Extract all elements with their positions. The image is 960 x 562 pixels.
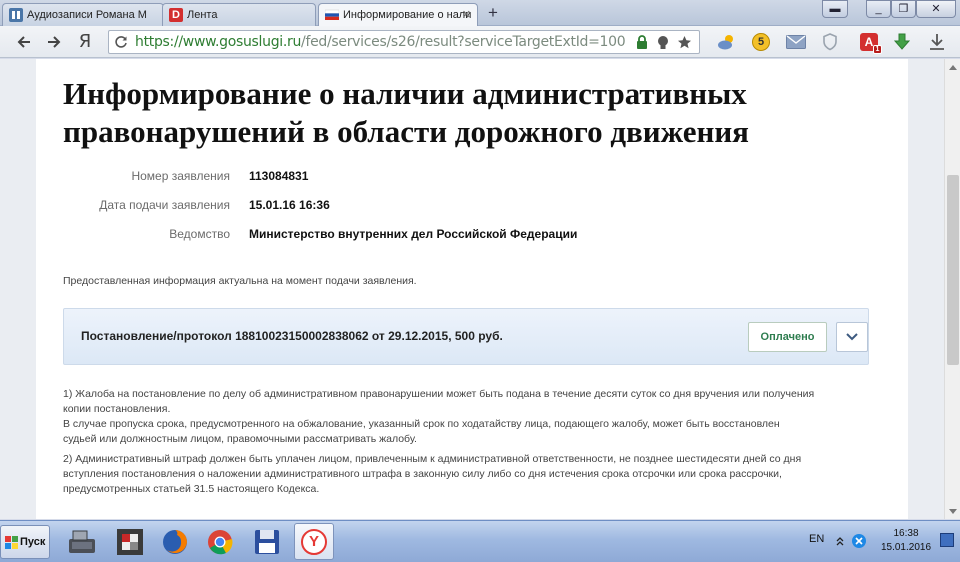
detail-label-date: Дата подачи заявления (99, 198, 230, 212)
scroll-down-icon[interactable] (945, 503, 960, 519)
tab-label: Информирование о нали (343, 9, 472, 21)
start-button[interactable]: Пуск (0, 525, 50, 559)
clock-time: 16:38 (893, 528, 919, 539)
restore-icon[interactable]: ❐ (891, 0, 916, 18)
weather-icon[interactable] (716, 31, 738, 53)
detail-value-agency: Министерство внутренних дел Российской Ф… (249, 227, 578, 241)
shield-icon[interactable] (819, 31, 841, 53)
browser-toolbar: Я https://www.gosuslugi.ru/fed/services/… (0, 26, 960, 58)
tab-close-icon[interactable]: ✕ (462, 4, 471, 26)
back-icon[interactable] (13, 31, 35, 53)
tray-expand-chevron-icon[interactable] (836, 533, 844, 551)
tab-label: Лента (187, 9, 218, 21)
footnote-1: 1) Жалоба на постановление по делу об ад… (63, 388, 815, 445)
page-scrollbar[interactable] (944, 59, 960, 519)
tray-network-icon[interactable] (851, 533, 867, 554)
bookmark-star-icon[interactable] (673, 31, 695, 53)
show-desktop-icon[interactable] (940, 533, 954, 547)
close-window-icon[interactable]: ✕ (916, 0, 956, 18)
mail-icon[interactable] (785, 31, 807, 53)
tab-label: Аудиозаписи Романа М (27, 9, 147, 21)
chevron-down-icon (846, 333, 858, 341)
taskbar-cash-register-icon[interactable] (62, 523, 102, 560)
windows-flag-icon (5, 536, 18, 549)
page-viewport: Информирование о наличии административны… (0, 59, 944, 519)
taskbar-yandex-browser-icon[interactable]: Y (294, 523, 334, 560)
lock-icon[interactable] (631, 31, 653, 53)
footnote-2: 2) Административный штраф должен быть уп… (63, 453, 802, 495)
save-from-net-icon[interactable] (891, 31, 913, 53)
tabs-menu-icon[interactable]: ▬ (822, 0, 848, 18)
taskbar-firefox-icon[interactable] (155, 523, 195, 560)
page-title: Информирование о наличии административны… (63, 76, 749, 149)
tab-strip: Аудиозаписи Романа М D Лента Информирова… (0, 0, 960, 26)
fine-card-text: Постановление/протокол 18810023150002838… (81, 329, 503, 343)
tray-clock[interactable]: 16:38 15.01.2016 (878, 527, 934, 555)
reload-icon[interactable] (111, 31, 131, 53)
clock-date: 15.01.2016 (880, 542, 932, 553)
windows-taskbar: Пуск Y EN 16:38 15.01.2016 (0, 520, 960, 562)
downloads-icon[interactable] (926, 31, 948, 53)
content-panel: Информирование о наличии административны… (36, 59, 908, 519)
russia-flag-icon (324, 8, 340, 22)
expand-toggle-button[interactable] (836, 322, 868, 352)
url-path: /fed/services/s26/result?serviceTargetEx… (301, 34, 626, 50)
tab-audio[interactable]: Аудиозаписи Романа М (2, 3, 164, 26)
scroll-thumb[interactable] (947, 175, 959, 365)
tab-lenta[interactable]: D Лента (162, 3, 316, 26)
adblock-icon[interactable]: A 1 (858, 31, 882, 54)
scroll-up-icon[interactable] (945, 59, 960, 75)
actuality-note: Предоставленная информация актуальна на … (63, 275, 417, 287)
language-indicator[interactable]: EN (809, 533, 824, 545)
address-bar[interactable]: https://www.gosuslugi.ru/fed/services/s2… (108, 30, 700, 54)
yandex-logo-icon[interactable]: Я (74, 31, 96, 53)
tab-gosuslugi[interactable]: Информирование о нали ✕ (318, 3, 478, 26)
taskbar-app-icon[interactable] (110, 523, 150, 560)
protect-bulb-icon[interactable] (652, 31, 674, 53)
url-host: www.gosuslugi.ru (182, 34, 302, 50)
detail-label-number: Номер заявления (131, 169, 230, 183)
taskbar-save-icon[interactable] (247, 523, 287, 560)
forward-icon[interactable] (43, 31, 65, 53)
detail-label-agency: Ведомство (169, 227, 230, 241)
paid-status-button[interactable]: Оплачено (748, 322, 827, 352)
badge-5-icon[interactable]: 5 (750, 31, 772, 53)
minimize-icon[interactable]: _ (866, 0, 891, 18)
detail-value-number: 113084831 (249, 169, 309, 183)
url-scheme: https:// (135, 34, 183, 50)
vk-favicon-icon (9, 8, 23, 22)
taskbar-chrome-icon[interactable] (200, 523, 240, 560)
new-tab-button[interactable]: + (481, 3, 505, 23)
detail-value-date: 15.01.16 16:36 (249, 198, 330, 212)
lenta-favicon-icon: D (169, 8, 183, 22)
url-text[interactable]: https://www.gosuslugi.ru/fed/services/s2… (135, 31, 629, 53)
fine-card[interactable]: Постановление/протокол 18810023150002838… (63, 308, 869, 365)
